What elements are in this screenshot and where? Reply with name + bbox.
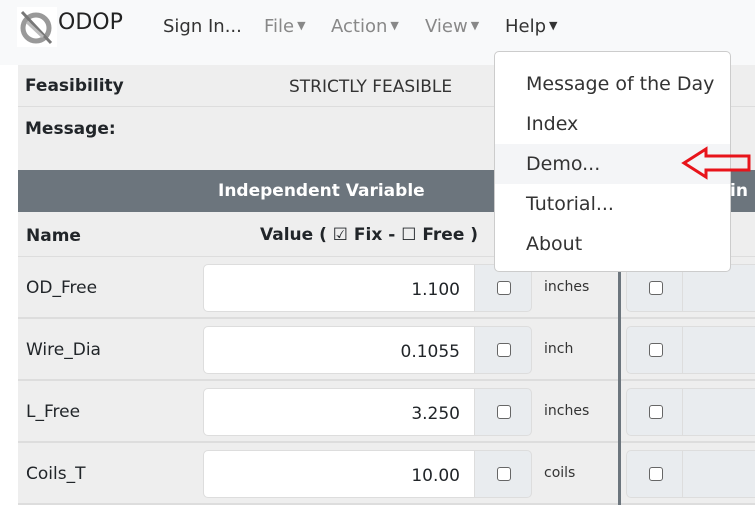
sign-in-link[interactable]: Sign In... [163, 16, 242, 37]
menu-item-message-of-the-day[interactable]: Message of the Day [495, 64, 730, 104]
unit-label: inches [544, 403, 590, 419]
fix-checkbox[interactable] [497, 281, 511, 295]
caret-down-icon: ▼ [470, 19, 480, 32]
unit-label: coils [544, 465, 576, 481]
constraint-input[interactable] [682, 326, 755, 374]
menu-file-label: File [264, 16, 295, 37]
variable-name: L_Free [26, 402, 81, 422]
menu-view[interactable]: View ▼ [425, 16, 479, 37]
fix-checkbox-group [474, 450, 532, 498]
value-input[interactable]: 10.00 [203, 450, 475, 498]
menu-view-label: View [425, 16, 468, 37]
menu-action-label: Action [331, 16, 388, 37]
column-divider [618, 443, 621, 505]
variable-name: Wire_Dia [26, 340, 101, 360]
value-input[interactable]: 1.100 [203, 264, 475, 312]
value-header: Value ( ☑ Fix - ☐ Free ) [260, 225, 479, 245]
constraint-header-partial: in [730, 181, 748, 201]
value-input[interactable]: 0.1055 [203, 326, 475, 374]
constraint-input[interactable] [682, 388, 755, 436]
name-header: Name [26, 226, 81, 246]
constraint-checkbox-group [626, 450, 683, 498]
column-divider [618, 381, 621, 443]
menu-help-label: Help [505, 16, 547, 37]
column-divider [618, 319, 621, 381]
menu-item-about[interactable]: About [495, 224, 730, 264]
brand[interactable]: ODOP [58, 10, 123, 35]
menu-action[interactable]: Action ▼ [331, 16, 399, 37]
constraint-checkbox-group [626, 388, 683, 436]
value-input[interactable]: 3.250 [203, 388, 475, 436]
constraint-checkbox[interactable] [649, 405, 663, 419]
table-row: Wire_Dia 0.1055 inch [18, 319, 755, 381]
menu-item-index[interactable]: Index [495, 104, 730, 144]
fix-checkbox[interactable] [497, 467, 511, 481]
feasibility-label: Feasibility [25, 76, 124, 96]
constraint-checkbox[interactable] [649, 281, 663, 295]
menu-file[interactable]: File ▼ [264, 16, 306, 37]
feasibility-value: STRICTLY FEASIBLE [289, 77, 453, 97]
fix-checkbox[interactable] [497, 405, 511, 419]
red-arrow-annotation-icon [681, 146, 751, 180]
constraint-checkbox[interactable] [649, 343, 663, 357]
fix-checkbox-group [474, 388, 532, 436]
fix-checkbox-group [474, 326, 532, 374]
constraint-input[interactable] [682, 450, 755, 498]
unit-label: inch [544, 341, 574, 357]
table-row: L_Free 3.250 inches [18, 381, 755, 443]
variable-name: Coils_T [26, 464, 86, 484]
constraint-checkbox-group [626, 326, 683, 374]
odop-logo-icon[interactable] [17, 7, 57, 47]
table-row: Coils_T 10.00 coils [18, 443, 755, 505]
variable-name: OD_Free [26, 278, 98, 298]
constraint-checkbox[interactable] [649, 467, 663, 481]
unit-label: inches [544, 279, 590, 295]
caret-down-icon: ▼ [390, 19, 399, 32]
caret-down-icon: ▼ [549, 19, 558, 32]
menu-item-tutorial[interactable]: Tutorial... [495, 184, 730, 224]
caret-down-icon: ▼ [297, 19, 306, 32]
menu-help[interactable]: Help ▼ [505, 16, 558, 37]
fix-checkbox[interactable] [497, 343, 511, 357]
independent-variable-header: Independent Variable [218, 181, 425, 201]
message-label: Message: [25, 119, 116, 139]
